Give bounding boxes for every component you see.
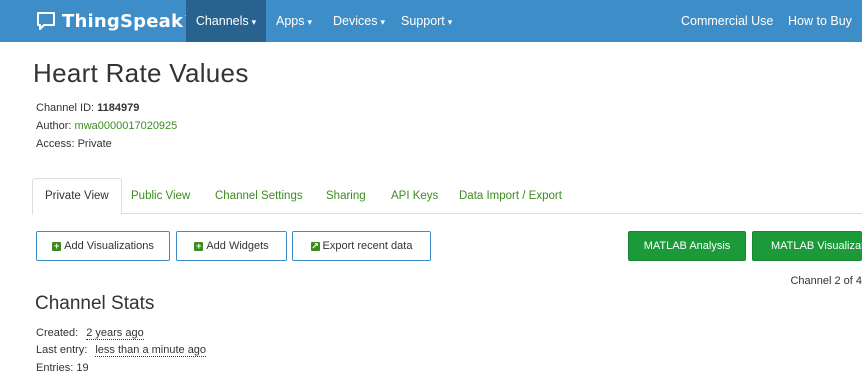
nav-channels-label: Channels [195, 14, 249, 28]
nav-devices-menu[interactable]: Devices ▾ [333, 0, 385, 42]
tab-data-import-export[interactable]: Data Import / Export [447, 179, 574, 213]
author-label: Author: [36, 120, 75, 132]
channel-id-label: Channel ID: [36, 102, 98, 114]
stat-entries: Entries: 19 [36, 362, 89, 374]
channel-stats-heading: Channel Stats [35, 293, 155, 314]
channel-access: Access: Private [36, 138, 112, 150]
nav-support-label: Support [401, 14, 445, 28]
chevron-down-icon: ▾ [251, 17, 257, 27]
created-value: 2 years ago [86, 327, 144, 340]
add-widgets-label: Add Widgets [206, 240, 269, 252]
tabs-divider [32, 213, 862, 214]
nav-devices-label: Devices [333, 14, 378, 28]
plus-icon: + [52, 240, 62, 251]
channel-author: Author: mwa0000017020925 [36, 120, 177, 132]
channel-position-indicator: Channel 2 of 4 [790, 275, 862, 287]
chevron-down-icon: ▾ [380, 17, 385, 27]
last-entry-value: less than a minute ago [95, 344, 207, 357]
chevron-down-icon: ▾ [307, 17, 313, 27]
nav-commercial-use[interactable]: Commercial Use [681, 0, 773, 42]
thingspeak-logo[interactable]: ThingSpeak ™ [36, 6, 194, 36]
nav-how-to-buy[interactable]: How to Buy [788, 0, 852, 42]
nav-apps-label: Apps [276, 14, 305, 28]
matlab-visualization-button[interactable]: MATLAB Visualizat [752, 231, 862, 261]
add-widgets-button[interactable]: + Add Widgets [176, 231, 287, 261]
export-icon: ↗ [310, 240, 320, 251]
channel-id: Channel ID: 1184979 [36, 102, 139, 114]
export-recent-data-label: Export recent data [322, 240, 413, 252]
page-title: Heart Rate Values [33, 58, 249, 88]
tab-api-keys[interactable]: API Keys [379, 179, 450, 213]
tab-private-view[interactable]: Private View [32, 178, 122, 215]
tab-public-view[interactable]: Public View [119, 179, 202, 213]
top-navbar: ThingSpeak ™ Channels▾ Apps▾ Devices▾ Su… [0, 0, 862, 42]
chevron-down-icon: ▾ [447, 17, 453, 27]
stat-last-entry: Last entry: less than a minute ago [36, 344, 207, 357]
tab-sharing[interactable]: Sharing [314, 179, 378, 213]
created-label: Created: [36, 327, 79, 339]
add-visualizations-button[interactable]: + Add Visualizations [36, 231, 170, 261]
nav-apps-menu[interactable]: Apps ▾ [276, 0, 312, 42]
nav-channels-menu[interactable]: Channels ▾ [186, 0, 266, 42]
chat-bubble-icon [37, 12, 55, 30]
channel-id-value: 1184979 [97, 102, 140, 114]
brand-name: ThingSpeak [62, 10, 184, 32]
author-link[interactable]: mwa0000017020925 [75, 120, 178, 132]
plus-icon: + [194, 240, 204, 251]
add-visualizations-label: Add Visualizations [64, 240, 154, 252]
stat-created: Created: 2 years ago [36, 327, 144, 340]
matlab-analysis-button[interactable]: MATLAB Analysis [628, 231, 746, 261]
tab-channel-settings[interactable]: Channel Settings [203, 179, 315, 213]
nav-support-menu[interactable]: Support ▾ [401, 0, 452, 42]
last-entry-label: Last entry: [36, 344, 88, 356]
export-recent-data-button[interactable]: ↗ Export recent data [292, 231, 431, 261]
